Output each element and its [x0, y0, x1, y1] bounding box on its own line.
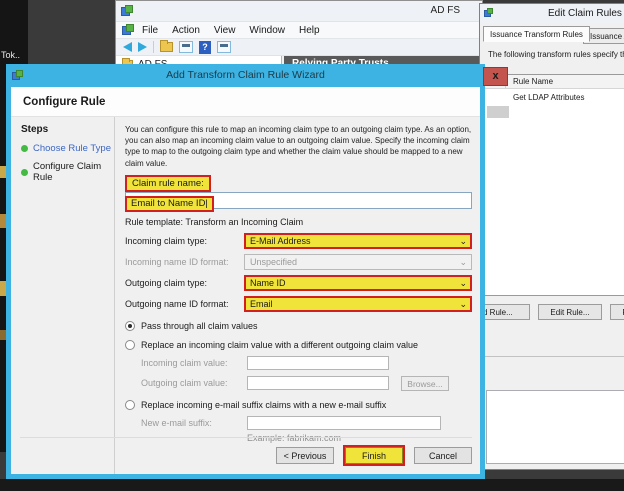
chevron-down-icon: ⌄: [459, 299, 467, 309]
forward-arrow-icon[interactable]: [138, 42, 147, 52]
edit-rule-button[interactable]: Edit Rule...: [538, 304, 602, 320]
radio-unselected-icon: [125, 340, 135, 350]
wizard-content: You can configure this rule to map an in…: [116, 117, 480, 474]
desktop-label-tok: Tok..: [1, 50, 20, 60]
chevron-down-icon: ⌄: [459, 278, 467, 288]
page-title: Configure Rule: [23, 96, 105, 108]
outgoing-name-id-format-select[interactable]: Email ⌄: [244, 296, 472, 312]
outgoing-claim-value-row: Outgoing claim value: Browse...: [141, 376, 472, 391]
outgoing-claim-type-label: Outgoing claim type:: [125, 278, 244, 288]
wizard-footer: < Previous Finish Cancel: [20, 437, 472, 466]
selected-order-cell: [487, 106, 509, 118]
menu-file[interactable]: File: [142, 25, 158, 36]
edit-dialog-title: Edit Claim Rules: [548, 8, 622, 19]
new-email-suffix-label: New e-mail suffix:: [141, 418, 247, 428]
menu-action[interactable]: Action: [172, 25, 200, 36]
incoming-claim-type-value: E-Mail Address: [250, 236, 311, 246]
incoming-claim-value-input: [247, 356, 389, 370]
add-transform-claim-rule-wizard: Add Transform Claim Rule Wizard x Config…: [6, 64, 485, 479]
rule-row-get-ldap-attributes[interactable]: Get LDAP Attributes: [513, 93, 584, 102]
cancel-button[interactable]: Cancel: [414, 447, 472, 464]
column-header-rule-name[interactable]: Rule Name: [506, 75, 553, 88]
menu-help[interactable]: Help: [299, 25, 320, 36]
rule-description-box: [486, 390, 624, 464]
outgoing-claim-value-label: Outgoing claim value:: [141, 378, 247, 388]
radio-replace-email-suffix[interactable]: Replace incoming e-mail suffix claims wi…: [125, 400, 472, 410]
outgoing-claim-value-input: [247, 376, 389, 390]
outgoing-name-id-format-label: Outgoing name ID format:: [125, 299, 244, 309]
radio-replace-claim-value-label: Replace an incoming claim value with a d…: [141, 340, 418, 350]
new-email-suffix-row: New e-mail suffix:: [141, 416, 472, 430]
menu-window[interactable]: Window: [249, 25, 285, 36]
outgoing-claim-type-value: Name ID: [250, 278, 286, 288]
radio-replace-email-suffix-label: Replace incoming e-mail suffix claims wi…: [141, 400, 386, 410]
incoming-claim-type-label: Incoming claim type:: [125, 236, 244, 246]
radio-selected-icon: [125, 321, 135, 331]
radio-replace-claim-value[interactable]: Replace an incoming claim value with a d…: [125, 340, 472, 350]
incoming-claim-value-row: Incoming claim value:: [141, 356, 472, 370]
incoming-name-id-format-label: Incoming name ID format:: [125, 257, 244, 267]
claim-rule-name-value: Email to Name ID|: [125, 196, 214, 212]
edit-dialog-separator: [480, 356, 624, 357]
incoming-claim-type-select[interactable]: E-Mail Address ⌄: [244, 233, 472, 249]
incoming-name-id-format-select: Unspecified ⌄: [244, 254, 472, 270]
new-email-suffix-input: [247, 416, 441, 430]
incoming-name-id-format-row: Incoming name ID format: Unspecified ⌄: [125, 254, 472, 270]
wizard-steps-panel: Steps Choose Rule Type Configure Claim R…: [11, 117, 115, 474]
step-configure-claim-rule[interactable]: Configure Claim Rule: [21, 161, 114, 183]
wizard-body: Configure Rule Steps Choose Rule Type Co…: [6, 87, 485, 479]
incoming-claim-value-label: Incoming claim value:: [141, 358, 247, 368]
step-choose-rule-type[interactable]: Choose Rule Type: [21, 143, 114, 154]
console-titlebar: [116, 1, 482, 22]
wizard-page-header: Configure Rule: [11, 87, 480, 117]
console-menubar: File Action View Window Help: [116, 22, 482, 39]
tab-issuance-transform-rules[interactable]: Issuance Transform Rules: [483, 26, 590, 42]
claim-rule-name-label: Claim rule name:: [125, 175, 211, 192]
claim-rule-name-input[interactable]: Email to Name ID|: [125, 192, 472, 209]
taskbar: [0, 479, 624, 491]
adfs-app-icon-small: [122, 24, 135, 37]
radio-pass-through[interactable]: Pass through all claim values: [125, 321, 472, 331]
incoming-claim-type-row: Incoming claim type: E-Mail Address ⌄: [125, 233, 472, 249]
remove-rule-button[interactable]: Remove Rule...: [610, 304, 624, 320]
browse-button: Browse...: [401, 376, 449, 391]
show-console-tree-icon[interactable]: [179, 41, 193, 53]
adfs-app-icon: [121, 5, 134, 18]
radio-pass-through-label: Pass through all claim values: [141, 321, 258, 331]
outgoing-claim-type-select[interactable]: Name ID ⌄: [244, 275, 472, 291]
back-arrow-icon[interactable]: [123, 42, 132, 52]
step-bullet-icon: [21, 145, 28, 152]
step-label: Configure Claim Rule: [33, 161, 114, 183]
export-folder-icon[interactable]: [160, 42, 173, 52]
previous-button[interactable]: < Previous: [276, 447, 334, 464]
outgoing-name-id-format-value: Email: [250, 299, 273, 309]
toolbar-separator: [153, 41, 154, 53]
new-window-icon[interactable]: [217, 41, 231, 53]
close-icon[interactable]: x: [483, 67, 508, 86]
wizard-title: Add Transform Claim Rule Wizard: [6, 69, 485, 81]
steps-header: Steps: [21, 124, 114, 135]
edit-dialog-icon: [484, 8, 495, 19]
chevron-down-icon: ⌄: [459, 236, 467, 246]
outgoing-name-id-format-row: Outgoing name ID format: Email ⌄: [125, 296, 472, 312]
step-label: Choose Rule Type: [33, 143, 111, 154]
console-window-title: AD FS: [431, 5, 460, 16]
incoming-name-id-format-value: Unspecified: [250, 257, 297, 267]
radio-unselected-icon: [125, 400, 135, 410]
console-toolbar: ?: [116, 39, 482, 56]
menu-view[interactable]: View: [214, 25, 236, 36]
edit-dialog-description: The following transform rules specify th…: [488, 50, 624, 59]
outgoing-claim-type-row: Outgoing claim type: Name ID ⌄: [125, 275, 472, 291]
wizard-intro-text: You can configure this rule to map an in…: [125, 124, 477, 169]
step-bullet-icon: [21, 169, 28, 176]
chevron-down-icon: ⌄: [459, 257, 467, 267]
help-icon[interactable]: ?: [199, 41, 211, 54]
rule-template-text: Rule template: Transform an Incoming Cla…: [125, 217, 472, 227]
finish-button[interactable]: Finish: [345, 447, 403, 464]
finish-button-highlight: Finish: [343, 445, 405, 466]
